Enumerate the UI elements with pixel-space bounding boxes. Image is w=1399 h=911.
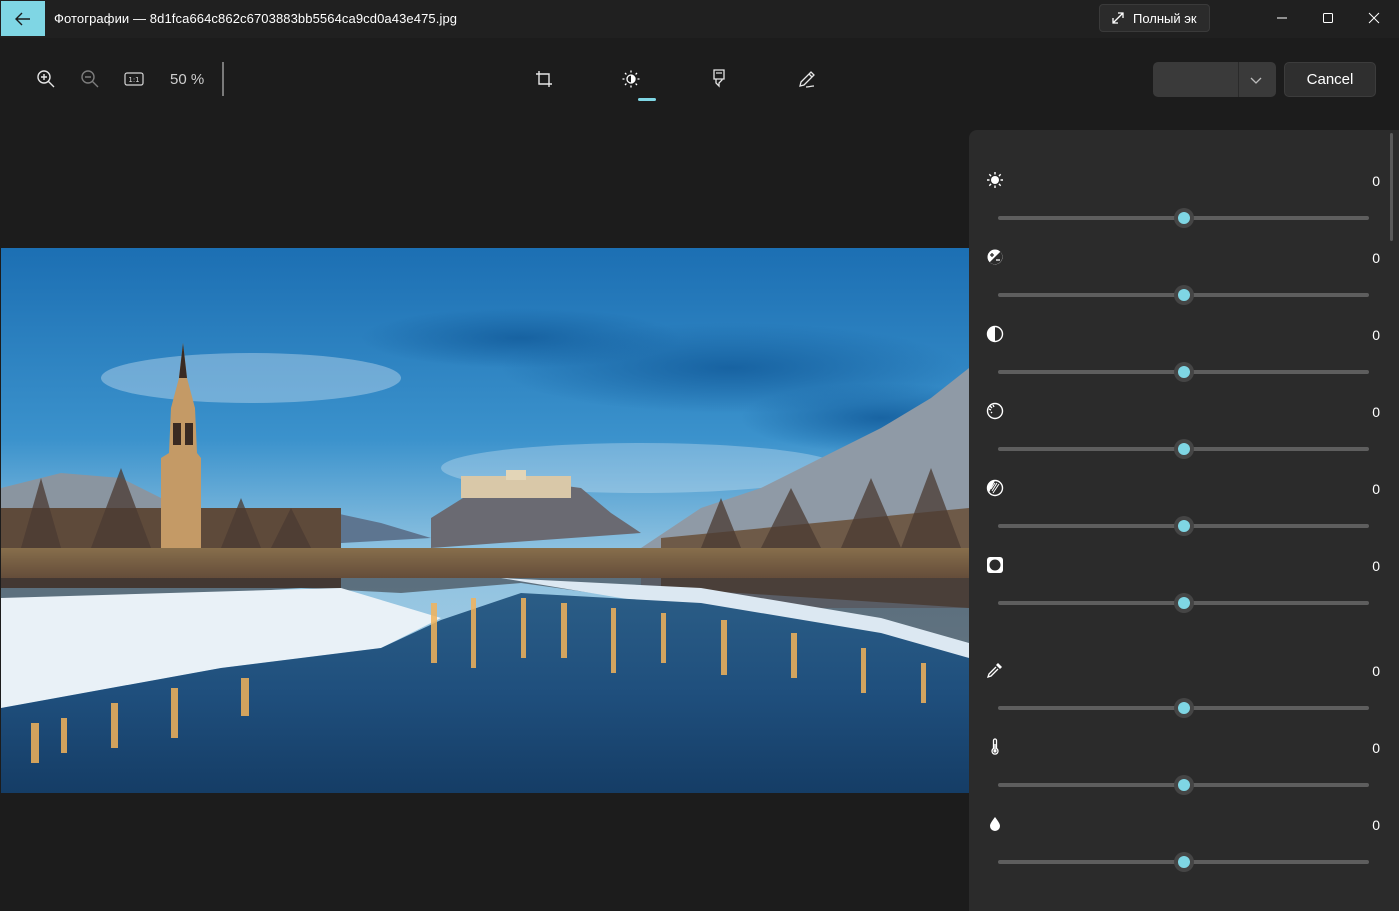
temperature-icon: [984, 736, 1006, 758]
close-icon: [1368, 12, 1380, 24]
contrast-value: 0: [1372, 327, 1380, 343]
back-button[interactable]: [1, 1, 45, 36]
minimize-button[interactable]: [1259, 0, 1305, 36]
eyedropper-slider[interactable]: [998, 698, 1369, 718]
title-bar: Фотографии — 8d1fca664c862c6703883bb5564…: [0, 0, 1399, 38]
zoom-in-icon[interactable]: [30, 63, 62, 95]
eyedropper-icon[interactable]: [984, 659, 1006, 681]
tint-icon: [984, 813, 1006, 835]
slider-thumb[interactable]: [1173, 698, 1194, 718]
adjust-brightness-icon[interactable]: [615, 63, 647, 95]
split-divider: [1238, 62, 1239, 97]
actual-size-icon[interactable]: 1:1: [118, 63, 150, 95]
temperature-slider[interactable]: [998, 775, 1369, 795]
shadows-value: 0: [1372, 481, 1380, 497]
vignette-value: 0: [1372, 558, 1380, 574]
maximize-button[interactable]: [1305, 0, 1351, 36]
fullscreen-button[interactable]: Полный эк: [1099, 4, 1210, 32]
filter-marker-icon[interactable]: [703, 63, 735, 95]
image-canvas[interactable]: [1, 118, 969, 910]
slider-thumb[interactable]: [1173, 852, 1194, 872]
vignette-slider[interactable]: [998, 593, 1369, 613]
chevron-down-icon[interactable]: [1249, 73, 1263, 87]
window-title: Фотографии — 8d1fca664c862c6703883bb5564…: [54, 11, 458, 26]
brightness-value: 0: [1372, 173, 1380, 189]
highlights-icon: [984, 400, 1006, 422]
toolbar-divider: [222, 62, 224, 96]
slider-thumb[interactable]: [1173, 516, 1194, 536]
contrast-slider[interactable]: [998, 362, 1369, 382]
photo-preview[interactable]: [1, 248, 969, 793]
save-options-button[interactable]: [1153, 62, 1276, 97]
slider-thumb[interactable]: [1173, 593, 1194, 613]
eyedropper-value: 0: [1372, 663, 1380, 679]
markup-pen-icon[interactable]: [791, 63, 823, 95]
slider-thumb[interactable]: [1173, 362, 1194, 382]
arrow-left-icon: [15, 12, 30, 25]
close-button[interactable]: [1351, 0, 1397, 36]
panel-scrollbar[interactable]: [1390, 133, 1393, 241]
vignette-icon: [984, 554, 1006, 576]
slider-thumb[interactable]: [1173, 208, 1194, 228]
slider-thumb[interactable]: [1173, 439, 1194, 459]
highlights-value: 0: [1372, 404, 1380, 420]
minimize-icon: [1277, 17, 1287, 19]
shadows-icon: [984, 477, 1006, 499]
crop-icon[interactable]: [528, 63, 560, 95]
slider-thumb[interactable]: [1173, 285, 1194, 305]
maximize-icon: [1323, 13, 1333, 23]
zoom-out-icon[interactable]: [74, 63, 106, 95]
zoom-level[interactable]: 50 %: [170, 71, 204, 88]
slider-thumb[interactable]: [1173, 775, 1194, 795]
cancel-button[interactable]: Cancel: [1284, 62, 1376, 97]
expand-icon: [1112, 12, 1124, 24]
editor-toolbar: 1:1 50 % Cancel: [0, 38, 1399, 118]
exposure-slider[interactable]: [998, 285, 1369, 305]
svg-text:1:1: 1:1: [128, 76, 139, 84]
active-tab-indicator: [638, 98, 656, 101]
highlights-slider[interactable]: [998, 439, 1369, 459]
exposure-icon: [984, 246, 1006, 268]
tint-value: 0: [1372, 817, 1380, 833]
brightness-slider[interactable]: [998, 208, 1369, 228]
fullscreen-label: Полный эк: [1133, 10, 1197, 26]
exposure-value: 0: [1372, 250, 1380, 266]
tint-slider[interactable]: [998, 852, 1369, 872]
shadows-slider[interactable]: [998, 516, 1369, 536]
contrast-icon: [984, 323, 1006, 345]
temperature-value: 0: [1372, 740, 1380, 756]
brightness-icon: [984, 169, 1006, 191]
